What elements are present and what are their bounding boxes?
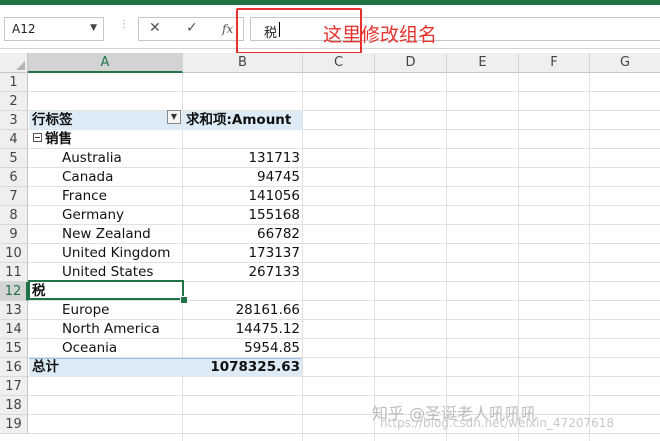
pivot-item-value[interactable]: 66782 (190, 225, 300, 244)
pivot-value-header[interactable]: 求和项:Amount (186, 111, 291, 130)
gridline (28, 148, 660, 149)
column-header-f[interactable]: F (519, 53, 590, 73)
row-header-14[interactable]: 14 (0, 320, 28, 339)
pivot-item-value[interactable]: 141056 (190, 187, 300, 206)
column-header-d[interactable]: D (375, 53, 447, 73)
pivot-item-label[interactable]: Oceania (62, 339, 117, 358)
pivot-item-value[interactable]: 173137 (190, 244, 300, 263)
row-header-6[interactable]: 6 (0, 168, 28, 187)
row-header-11[interactable]: 11 (0, 263, 28, 282)
drag-handle-icon[interactable]: ⋮ (119, 20, 129, 30)
pivot-item-value[interactable]: 267133 (190, 263, 300, 282)
name-box-value: A12 (12, 22, 36, 36)
pivot-item-value[interactable]: 94745 (190, 168, 300, 187)
row-header-16[interactable]: 16 (0, 358, 28, 377)
pivot-item-value[interactable]: 131713 (190, 149, 300, 168)
column-header-g[interactable]: G (590, 53, 660, 73)
gridline (28, 91, 660, 92)
pivot-item-label[interactable]: New Zealand (62, 225, 151, 244)
row-header-15[interactable]: 15 (0, 339, 28, 358)
name-box[interactable]: A12 ▼ (4, 17, 104, 41)
chevron-down-icon[interactable]: ▼ (90, 23, 97, 33)
row-header-5[interactable]: 5 (0, 149, 28, 168)
pivot-item-label[interactable]: Germany (62, 206, 124, 225)
row-header-2[interactable]: 2 (0, 92, 28, 111)
row-header-12[interactable]: 12 (0, 282, 28, 301)
column-header-c[interactable]: C (303, 53, 375, 73)
cancel-icon[interactable]: ✕ (149, 20, 161, 36)
row-header-10[interactable]: 10 (0, 244, 28, 263)
pivot-item-label[interactable]: North America (62, 320, 160, 339)
gridline (28, 167, 660, 168)
formula-buttons: ✕ ✓ fx (138, 17, 244, 41)
column-header-a[interactable]: A (28, 53, 183, 73)
row-header-13[interactable]: 13 (0, 301, 28, 320)
pivot-total-value[interactable]: 1078325.63 (190, 358, 300, 377)
gridline (28, 395, 660, 396)
gridline (28, 433, 660, 434)
pivot-item-label[interactable]: Canada (62, 168, 113, 187)
pivot-total-label[interactable]: 总计 (32, 358, 59, 377)
pivot-item-label[interactable]: Europe (62, 301, 109, 320)
row-header-3[interactable]: 3 (0, 111, 28, 130)
annotation-text: 这里修改组名 (323, 24, 438, 46)
pivot-item-value[interactable]: 155168 (190, 206, 300, 225)
pivot-item-label[interactable]: Australia (62, 149, 122, 168)
gridline (28, 414, 660, 415)
row-header-8[interactable]: 8 (0, 206, 28, 225)
select-all-corner[interactable] (0, 53, 28, 73)
row-header-18[interactable]: 18 (0, 396, 28, 415)
row-header-19[interactable]: 19 (0, 415, 28, 434)
active-cell-a12[interactable] (28, 280, 184, 300)
gridline (28, 300, 660, 301)
filter-dropdown-icon[interactable]: ▼ (167, 110, 181, 124)
gridline (28, 186, 660, 187)
row-header-1[interactable]: 1 (0, 73, 28, 92)
insert-function-icon[interactable]: fx (222, 22, 233, 36)
pivot-item-value[interactable]: 5954.85 (190, 339, 300, 358)
column-header-e[interactable]: E (447, 53, 519, 73)
enter-icon[interactable]: ✓ (186, 20, 198, 36)
watermark-url: https://blog.csdn.net/weixin_47207618 (380, 416, 615, 430)
fill-handle[interactable] (180, 296, 188, 304)
row-header-9[interactable]: 9 (0, 225, 28, 244)
pivot-row-labels-header[interactable]: 行标签 (32, 111, 73, 130)
row-header-4[interactable]: 4 (0, 130, 28, 149)
column-header-b[interactable]: B (183, 53, 303, 73)
row-header-7[interactable]: 7 (0, 187, 28, 206)
pivot-item-value[interactable]: 14475.12 (190, 320, 300, 339)
collapse-icon[interactable] (33, 133, 42, 142)
row-header-17[interactable]: 17 (0, 377, 28, 396)
pivot-item-value[interactable]: 28161.66 (190, 301, 300, 320)
pivot-group-label[interactable]: 销售 (45, 130, 72, 149)
pivot-item-label[interactable]: France (62, 187, 107, 206)
pivot-item-label[interactable]: United Kingdom (62, 244, 170, 263)
